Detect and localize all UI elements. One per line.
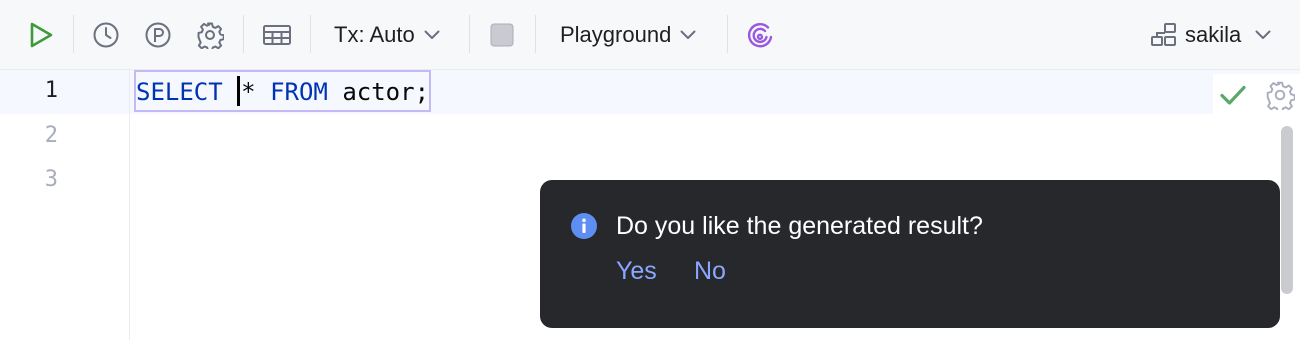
line-number: 1 [44, 78, 58, 103]
sql-star: * [241, 78, 256, 106]
sql-keyword: SELECT [136, 78, 223, 106]
chevron-down-icon [1255, 30, 1271, 39]
toolbar-separator [310, 15, 311, 53]
sql-keyword: FROM [270, 78, 328, 106]
schema-selector[interactable]: sakila [1150, 0, 1271, 69]
transaction-mode-label: Tx: Auto [334, 21, 415, 47]
gear-icon [1266, 81, 1296, 113]
schema-label: sakila [1185, 21, 1242, 47]
stop-icon [490, 23, 514, 46]
line-number: 2 [44, 123, 58, 148]
history-icon [93, 22, 119, 47]
feedback-popup: Do you like the generated result? Yes No [540, 180, 1280, 328]
transaction-mode-dropdown[interactable]: Tx: Auto [334, 0, 440, 69]
line-number-gutter [0, 70, 130, 340]
yes-link[interactable]: Yes [616, 257, 657, 286]
settings-button[interactable] [191, 0, 229, 69]
toolbar-separator [727, 15, 728, 53]
toolbar-separator [73, 15, 74, 53]
vertical-scrollbar[interactable] [1281, 126, 1293, 294]
check-icon [1220, 85, 1246, 105]
session-mode-dropdown[interactable]: Playground [560, 0, 696, 69]
toolbar-separator [243, 15, 244, 53]
run-button[interactable] [22, 0, 60, 69]
sql-table-name: actor [342, 78, 415, 106]
history-button[interactable] [88, 0, 124, 69]
popup-message: Do you like the generated result? [616, 212, 983, 240]
toolbar-separator [535, 15, 536, 53]
text-caret [237, 76, 241, 106]
schema-icon [1151, 22, 1176, 46]
gear-icon [197, 22, 224, 49]
pin-button[interactable] [140, 0, 176, 69]
info-icon [571, 213, 597, 239]
table-icon [263, 24, 291, 45]
code-line[interactable]: SELECT * FROM actor; [134, 70, 431, 112]
inspection-status[interactable] [1219, 83, 1247, 112]
editor-toolbar: Tx: Auto Playground sakila [0, 0, 1300, 70]
ai-assistant-icon [747, 22, 773, 47]
line-number: 3 [44, 167, 58, 192]
run-icon [30, 22, 53, 47]
no-link[interactable]: No [694, 257, 726, 286]
chevron-down-icon [680, 30, 696, 39]
sql-semicolon: ; [414, 78, 430, 106]
editor-settings-button[interactable] [1265, 80, 1296, 115]
chevron-down-icon [424, 30, 440, 39]
table-view-button[interactable] [258, 0, 296, 69]
toolbar-separator [469, 15, 470, 53]
info-icon-wrap [570, 212, 598, 245]
session-mode-label: Playground [560, 21, 672, 47]
ai-assistant-button[interactable] [742, 0, 778, 69]
pin-p-icon [145, 22, 171, 47]
stop-button[interactable] [484, 0, 520, 69]
